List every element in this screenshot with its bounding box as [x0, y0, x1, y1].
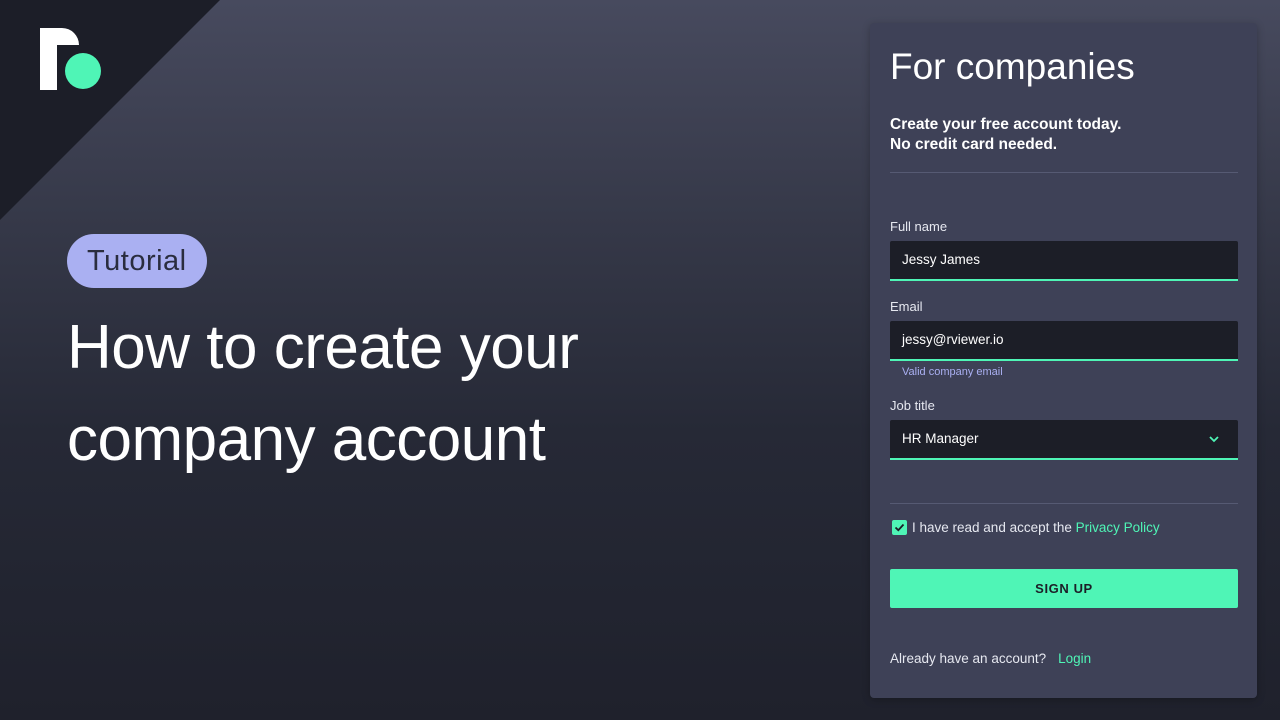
tutorial-badge: Tutorial [67, 234, 207, 288]
full-name-label: Full name [890, 219, 948, 234]
corner-decoration [0, 0, 220, 220]
privacy-policy-link[interactable]: Privacy Policy [1076, 520, 1160, 535]
sign-up-button[interactable]: SIGN UP [890, 569, 1238, 608]
email-hint: Valid company email [902, 366, 1003, 378]
privacy-checkbox[interactable] [892, 520, 907, 535]
check-icon [894, 523, 905, 532]
rviewer-logo-icon[interactable] [40, 28, 102, 90]
chevron-down-icon[interactable] [1208, 433, 1220, 445]
login-link[interactable]: Login [1058, 651, 1091, 666]
divider [890, 172, 1238, 173]
logo-dot [65, 53, 101, 89]
form-title: For companies [890, 46, 1135, 87]
subtitle-line-1: Create your free account today. [890, 116, 1122, 133]
job-title-select[interactable]: HR Manager [890, 420, 1238, 460]
logo-arch [40, 28, 79, 45]
form-subtitle: Create your free account today. No credi… [890, 115, 1230, 155]
email-label: Email [890, 299, 923, 314]
job-title-value: HR Manager [902, 431, 979, 446]
headline-line-2: company account [67, 405, 546, 474]
email-field[interactable]: jessy@rviewer.io [890, 321, 1238, 361]
login-prompt-row: Already have an account? Login [890, 651, 1091, 667]
login-prompt: Already have an account? [890, 651, 1047, 666]
page-title: How to create your company account [67, 302, 767, 486]
subtitle-line-2: No credit card needed. [890, 136, 1058, 153]
consent-label: I have read and accept the [912, 520, 1076, 535]
full-name-value: Jessy James [902, 252, 981, 267]
divider [890, 503, 1238, 504]
job-title-label: Job title [890, 398, 935, 413]
signup-panel: For companies Create your free account t… [870, 23, 1257, 698]
email-value: jessy@rviewer.io [902, 332, 1004, 347]
headline-line-1: How to create your [67, 313, 579, 382]
full-name-field[interactable]: Jessy James [890, 241, 1238, 281]
consent-text: I have read and accept the Privacy Polic… [912, 520, 1160, 536]
